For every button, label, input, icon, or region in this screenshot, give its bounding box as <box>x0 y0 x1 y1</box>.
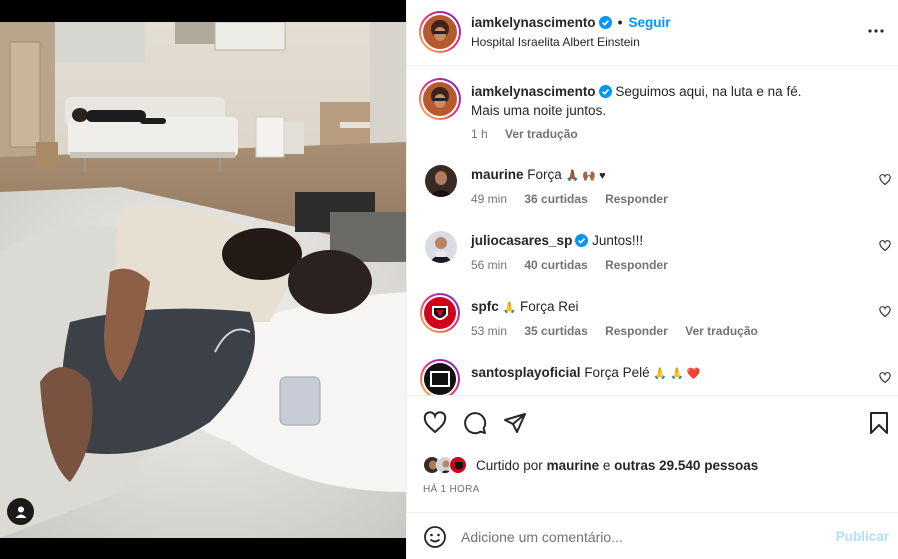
follow-button[interactable]: Seguir <box>628 15 670 30</box>
caption-line-2: Mais uma noite juntos. <box>471 103 607 118</box>
comment-username[interactable]: juliocasares_sp <box>471 233 572 248</box>
comment-likes[interactable]: 40 curtidas <box>524 258 587 272</box>
liker-avatars <box>423 456 467 474</box>
post-location[interactable]: Hospital Israelita Albert Einstein <box>471 35 640 49</box>
caption-text: iamkelynascimento Seguimos aqui, na luta… <box>471 82 871 120</box>
verified-icon <box>598 15 612 29</box>
comment-icon[interactable] <box>463 411 487 435</box>
comment-text: santosplayoficial Força Pelé 🙏 🙏 ❤️ <box>471 363 871 384</box>
likes-connector: e <box>602 457 611 473</box>
comment-text: spfc 🙏 Força Rei <box>471 297 871 318</box>
post-media-panel <box>0 0 406 559</box>
heart-icon[interactable] <box>423 411 447 435</box>
verified-icon <box>598 85 612 98</box>
caption-translate-link[interactable]: Ver tradução <box>505 127 578 141</box>
reply-button[interactable]: Responder <box>605 324 668 338</box>
comment-like-icon[interactable] <box>879 174 891 186</box>
comment-time[interactable]: 56 min <box>471 258 507 272</box>
comment-item: spfc 🙏 Força Rei 53 min 35 curtidas Resp… <box>407 289 898 355</box>
comment-meta: 56 min 40 curtidas Responder <box>471 258 682 272</box>
reply-button[interactable]: Responder <box>605 192 668 206</box>
post-actions: Curtido por maurine e outras 29.540 pess… <box>407 395 898 558</box>
liker-avatar[interactable] <box>449 456 467 474</box>
caption-time[interactable]: 1 h <box>471 127 488 141</box>
comment-like-icon[interactable] <box>879 240 891 252</box>
caption-meta: 1 h Ver tradução <box>471 127 592 141</box>
reply-button[interactable]: Responder <box>605 258 668 272</box>
comment-likes[interactable]: 35 curtidas <box>524 324 587 338</box>
likes-prefix: Curtido por <box>476 457 543 473</box>
share-icon[interactable] <box>503 411 527 435</box>
post-time[interactable]: HÁ 1 HORA <box>423 484 480 495</box>
comment-likes[interactable]: 36 curtidas <box>524 192 587 206</box>
commenter-avatar[interactable] <box>420 293 460 333</box>
publish-button[interactable]: Publicar <box>836 529 889 544</box>
caption-line-1: Seguimos aqui, na luta e na fé. <box>615 84 802 99</box>
verified-icon <box>575 234 589 247</box>
comment-meta: 53 min 35 curtidas Responder Ver traduçã… <box>471 324 772 338</box>
comment-item: juliocasares_sp Juntos!!! 56 min 40 curt… <box>407 223 898 289</box>
comment-body: Força Rei <box>520 299 579 314</box>
post-photo[interactable] <box>0 22 406 538</box>
caption-username[interactable]: iamkelynascimento <box>471 84 596 99</box>
comment-emojis: 🙏 <box>502 302 517 314</box>
comment-username[interactable]: maurine <box>471 167 524 182</box>
comments-list[interactable]: iamkelynascimento Seguimos aqui, na luta… <box>407 67 898 395</box>
comment-body: Força <box>527 167 562 182</box>
comment-username[interactable]: spfc <box>471 299 499 314</box>
comment-item: santosplayoficial Força Pelé 🙏 🙏 ❤️ <box>407 355 898 395</box>
comment-text: maurine Força 🙏🏾 🙌🏾 ♥ <box>471 165 871 186</box>
author-username[interactable]: iamkelynascimento <box>471 15 596 30</box>
comment-emojis: 🙏 🙏 ❤️ <box>653 368 701 380</box>
hospital-room-photo <box>0 22 406 538</box>
bookmark-icon[interactable] <box>867 411 891 435</box>
comment-text: juliocasares_sp Juntos!!! <box>471 231 871 250</box>
comment-item: maurine Força 🙏🏾 🙌🏾 ♥ 49 min 36 curtidas… <box>407 157 898 223</box>
comment-emojis: 🙏🏾 🙌🏾 ♥ <box>565 170 606 182</box>
likes-summary: Curtido por maurine e outras 29.540 pess… <box>423 454 758 476</box>
commenter-avatar[interactable] <box>425 231 457 263</box>
caption-avatar[interactable] <box>419 78 461 120</box>
commenter-avatar[interactable] <box>420 359 460 395</box>
comment-time[interactable]: 49 min <box>471 192 507 206</box>
commenter-avatar[interactable] <box>425 165 457 197</box>
add-comment-bar: Publicar <box>407 512 898 559</box>
comment-body: Juntos!!! <box>592 233 644 248</box>
comment-like-icon[interactable] <box>879 306 891 318</box>
translate-link[interactable]: Ver tradução <box>685 324 758 338</box>
comment-time[interactable]: 53 min <box>471 324 507 338</box>
emoji-icon[interactable] <box>423 525 447 549</box>
comment-username[interactable]: santosplayoficial <box>471 365 581 380</box>
more-icon[interactable] <box>867 22 885 40</box>
comment-body: Força Pelé <box>584 365 650 380</box>
caption: iamkelynascimento Seguimos aqui, na luta… <box>407 67 898 157</box>
post-side-panel: iamkelynascimento • Seguir Hospital Isra… <box>406 0 898 559</box>
author-avatar[interactable] <box>419 11 461 53</box>
header-title-row: iamkelynascimento • Seguir <box>471 14 670 30</box>
likes-others-link[interactable]: outras 29.540 pessoas <box>614 458 758 473</box>
user-tag-icon[interactable] <box>7 498 34 525</box>
comment-like-icon[interactable] <box>879 372 891 384</box>
separator-dot: • <box>617 14 623 30</box>
likes-first-user[interactable]: maurine <box>547 458 600 473</box>
comment-meta: 49 min 36 curtidas Responder <box>471 192 682 206</box>
post-header: iamkelynascimento • Seguir Hospital Isra… <box>407 0 898 66</box>
comment-input[interactable] <box>461 526 821 548</box>
